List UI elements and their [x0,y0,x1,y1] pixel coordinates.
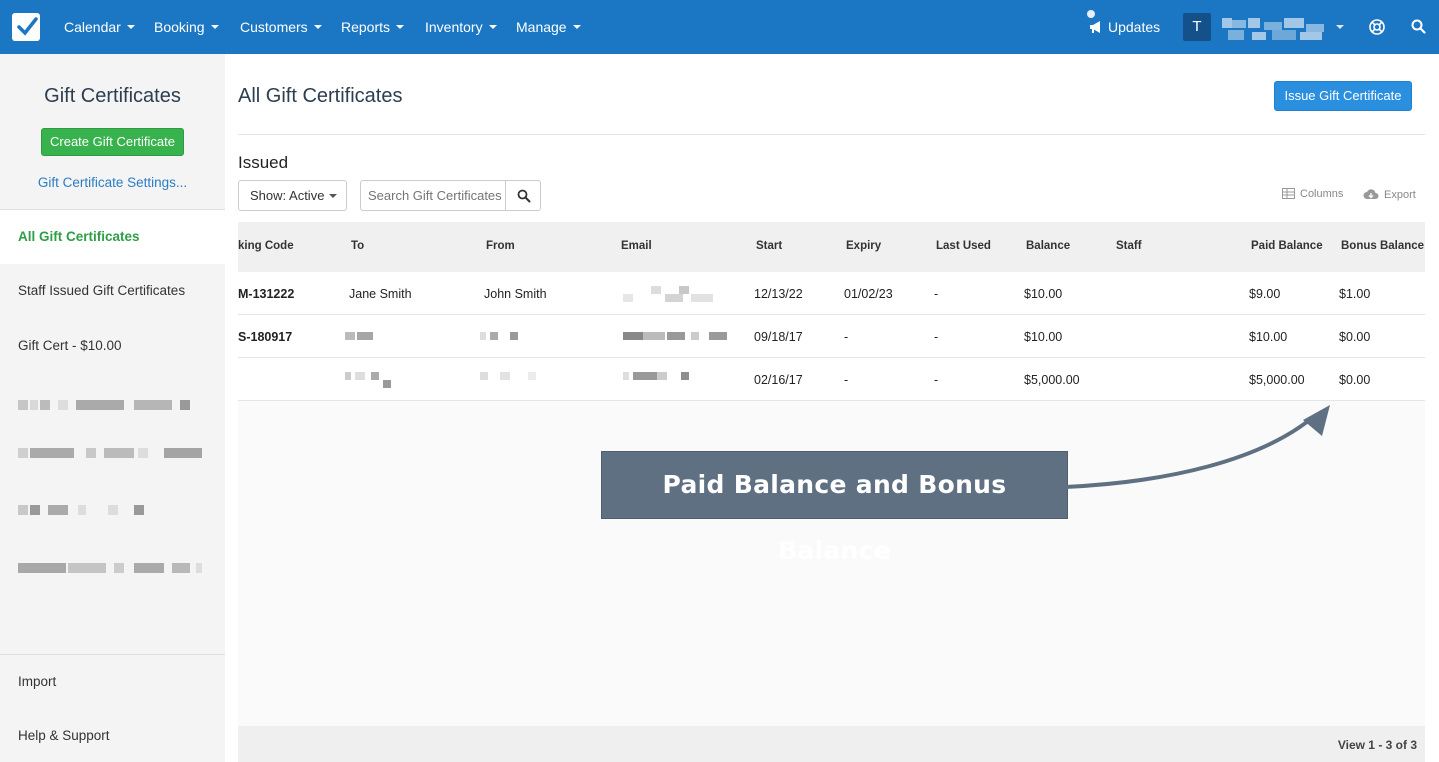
columns-button[interactable]: Columns [1282,188,1343,200]
sidebar-item-redacted[interactable] [18,400,208,410]
cell-expiry: - [844,330,849,344]
cell-to: Jane Smith [349,287,412,301]
col-header-staff[interactable]: Staff [1116,240,1142,252]
col-header-bonus-balance[interactable]: Bonus Balance [1341,240,1424,252]
col-header-balance[interactable]: Balance [1026,240,1070,252]
sidebar-item-gift-cert-10[interactable]: Gift Cert - $10.00 [0,319,225,373]
col-header-booking-code[interactable]: king Code [238,240,294,252]
table-row[interactable]: S-180917 09/18/17 - - $10.00 $10.00 $0.0… [238,315,1425,358]
sidebar-title: Gift Certificates [44,85,181,107]
col-header-email[interactable]: Email [621,240,652,252]
help-lifebuoy-icon[interactable] [1369,19,1385,35]
show-filter-dropdown[interactable]: Show: Active [238,180,347,211]
cell-last-used: - [934,330,939,344]
pagination-count: View 1 - 3 of 3 [1337,738,1417,752]
export-button[interactable]: Export [1363,188,1416,201]
cell-email-redacted [623,372,703,381]
cell-start: 02/16/17 [754,373,803,387]
cell-last-used: - [934,287,939,301]
sidebar-item-redacted[interactable] [18,505,208,515]
cell-booking-code: M-131222 [238,287,295,301]
cell-bonus-balance: $0.00 [1339,373,1371,387]
search-icon[interactable] [1411,19,1426,34]
nav-inventory[interactable]: Inventory [425,19,497,35]
search-icon [517,189,531,203]
cell-email-redacted [623,286,727,302]
cell-start: 12/13/22 [754,287,803,301]
annotation-callout: Paid Balance and Bonus Balance [601,451,1068,565]
sidebar-item-redacted[interactable] [18,563,208,573]
col-header-start[interactable]: Start [756,240,782,252]
search-button[interactable] [505,180,541,211]
cell-expiry: 01/02/23 [844,287,893,301]
chevron-down-icon [329,193,338,198]
cell-to-redacted [345,332,375,341]
divider [238,134,1425,135]
show-filter-value: Show: Active [250,188,325,203]
cell-start: 09/18/17 [754,330,803,344]
cell-bonus-balance: $1.00 [1339,287,1371,301]
cell-expiry: - [844,373,849,387]
app-logo-checkmark-icon[interactable] [12,13,40,41]
col-header-expiry[interactable]: Expiry [846,240,881,252]
updates-button[interactable]: Updates [1089,19,1160,35]
nav-reports[interactable]: Reports [341,19,405,35]
chevron-down-icon [488,25,497,30]
col-header-last-used[interactable]: Last Used [936,240,991,252]
cell-to-redacted [345,372,395,388]
section-title: Issued [238,153,289,172]
cell-from-redacted [480,372,540,381]
cell-paid-balance: $5,000.00 [1249,373,1305,387]
nav-customers[interactable]: Customers [240,19,322,35]
nav-calendar[interactable]: Calendar [64,19,135,35]
cell-email-redacted [623,332,729,341]
sidebar-item-import[interactable]: Import [0,655,225,709]
chevron-down-icon [572,25,581,30]
chevron-down-icon [396,25,405,30]
cell-balance: $10.00 [1024,287,1063,301]
create-gift-certificate-button[interactable]: Create Gift Certificate [41,128,184,156]
sidebar-header: Gift Certificates Create Gift Certificat… [0,54,225,210]
page-title: All Gift Certificates [238,85,403,107]
chevron-down-icon [210,25,219,30]
user-name-redacted[interactable] [1222,16,1326,42]
table-footer: View 1 - 3 of 3 [238,726,1425,762]
megaphone-icon [1090,21,1100,33]
sidebar-item-all-gift-certificates[interactable]: All Gift Certificates [0,210,225,264]
sidebar-item-redacted[interactable] [18,448,208,458]
table-row[interactable]: 02/16/17 - - $5,000.00 $5,000.00 $0.00 [238,358,1425,401]
nav-manage[interactable]: Manage [516,19,581,35]
cell-last-used: - [934,373,939,387]
col-header-to[interactable]: To [351,240,364,252]
columns-icon [1282,188,1295,199]
table-header: king Code To From Email Start Expiry Las… [238,222,1425,272]
cell-from: John Smith [484,287,547,301]
chevron-down-icon [126,25,135,30]
cell-bonus-balance: $0.00 [1339,330,1371,344]
sidebar: Gift Certificates Create Gift Certificat… [0,54,225,762]
search-input[interactable] [360,180,506,211]
top-navbar: Calendar Booking Customers Reports Inven… [0,0,1439,54]
cloud-download-icon [1363,189,1379,199]
col-header-paid-balance[interactable]: Paid Balance [1251,240,1323,252]
nav-booking[interactable]: Booking [154,19,219,35]
cell-paid-balance: $9.00 [1249,287,1281,301]
cell-booking-code: S-180917 [238,330,293,344]
cell-paid-balance: $10.00 [1249,330,1288,344]
notification-dot [1087,10,1095,18]
sidebar-item-staff-issued[interactable]: Staff Issued Gift Certificates [0,264,225,318]
chevron-down-icon[interactable] [1336,25,1344,29]
sidebar-item-help-support[interactable]: Help & Support [0,709,225,762]
cell-balance: $5,000.00 [1024,373,1080,387]
cell-from-redacted [480,332,520,341]
chevron-down-icon [313,25,322,30]
gift-certificate-settings-link[interactable]: Gift Certificate Settings... [0,175,225,190]
avatar[interactable]: T [1183,13,1211,41]
annotation-arrow-icon [1064,405,1330,489]
table-row[interactable]: M-131222 Jane Smith John Smith 12/13/22 … [238,272,1425,315]
cell-balance: $10.00 [1024,330,1063,344]
issue-gift-certificate-button[interactable]: Issue Gift Certificate [1274,81,1412,111]
col-header-from[interactable]: From [486,240,515,252]
